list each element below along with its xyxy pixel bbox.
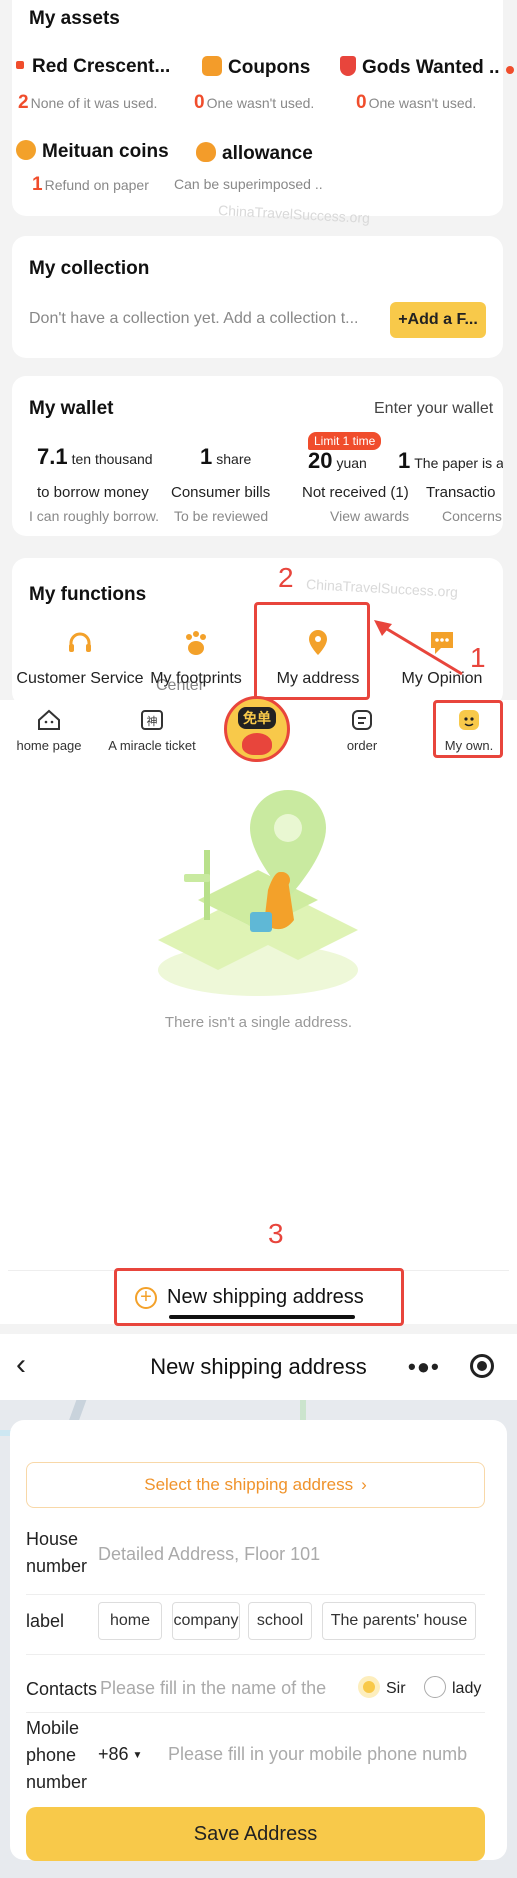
empty-address-text: There isn't a single address. [164,1014,353,1031]
coupon-icon [202,56,222,76]
collection-card: My collection Don't have a collection ye… [12,236,503,358]
assets-card: My assets Red Crescent... 2 None of it wa… [12,0,514,216]
functions-title: My functions [29,584,147,605]
radio-unchecked-icon [424,1676,446,1698]
select-address-button[interactable]: Select the shipping address › [26,1462,485,1508]
highlight-my-address [254,602,370,700]
paw-icon [186,631,206,655]
gender-lady-radio[interactable]: lady [424,1676,481,1698]
gender-sir-radio[interactable]: Sir [358,1676,406,1698]
mascot-icon [242,733,272,755]
notification-dot [506,66,514,74]
red-packet-icon [16,61,24,69]
wallet-borrow-label: to borrow money [37,484,149,501]
close-target-icon[interactable] [470,1354,494,1378]
wallet-reward-sub: View awards [330,508,410,524]
home-face-icon [38,709,60,730]
contacts-label: Contacts [26,1679,98,1699]
asset-coupons[interactable]: Coupons [202,56,310,79]
house-number-input[interactable]: Detailed Address, Floor 101 [98,1544,328,1565]
country-code-select[interactable]: +86 ▼ [98,1744,142,1765]
caret-down-icon: ▼ [132,1750,143,1761]
asset-allowance[interactable]: allowance [196,142,313,165]
highlight-my-own [433,700,503,758]
wallet-title: My wallet [29,398,114,419]
wallet-card: My wallet Enter your wallet 7.1 ten thous… [12,376,503,536]
function-overlap-label: Center [156,677,205,694]
assets-title: My assets [29,8,120,29]
collection-empty-text: Don't have a collection yet. Add a colle… [29,310,359,327]
asset-allowance-sub: Can be superimposed .. [174,176,323,192]
asset-coupons-sub: 0 One wasn't used. [194,92,315,113]
new-shipping-address-button[interactable]: + New shipping address [114,1268,404,1326]
svg-text:神: 神 [147,714,158,728]
add-circle-icon: + [135,1287,157,1309]
underline-mark [169,1315,355,1319]
asset-meituan-coins[interactable]: Meituan coins [16,140,169,163]
phone-label: Mobile phone number [26,1718,88,1792]
tag-company[interactable]: company [172,1602,240,1640]
empty-address-illustration [158,790,358,996]
money-bag-icon [196,142,216,162]
chevron-right-icon: › [361,1475,367,1494]
wallet-bills-amount[interactable]: 1 share [200,444,251,470]
wallet-bills-sub: To be reviewed [174,508,269,524]
wallet-borrow-sub: I can roughly borrow. [29,508,159,524]
annotation-step-1: 1 [470,642,486,673]
tag-label: label [26,1611,65,1631]
annotation-step-3: 3 [268,1218,284,1249]
annotation-arrow [374,620,463,676]
asset-red-crescent-sub: 2 None of it was used. [18,92,158,113]
tab-free-order[interactable]: 免单 [224,696,290,762]
tab-home-page[interactable]: home page [6,708,92,753]
annotation-step-2: 2 [278,562,294,593]
tag-school[interactable]: school [248,1602,312,1640]
ticket-icon: 神 [141,710,163,730]
contacts-input[interactable]: Please fill in the name of the [100,1678,348,1699]
wallet-transaction-amount[interactable]: 1 The paper is a [398,448,503,474]
collection-title: My collection [29,258,150,279]
tab-miracle-ticket[interactable]: 神 A miracle ticket [96,708,208,753]
form-header: ‹ New shipping address •●• [0,1334,517,1400]
order-icon [352,710,372,730]
asset-gods-wanted[interactable]: Gods Wanted .. [340,56,500,79]
save-address-button[interactable]: Save Address [26,1807,485,1861]
radio-checked-icon [358,1676,380,1698]
wallet-enter-link[interactable]: Enter your wallet [374,400,493,418]
free-order-badge: 免单 [238,707,276,729]
asset-red-crescent[interactable]: Red Crescent... [16,56,170,78]
more-options-icon[interactable]: •●• [408,1354,440,1380]
asset-meituan-coins-sub: 1 Refund on paper [32,174,149,195]
wallet-transaction-sub: Concerns [442,508,502,524]
wallet-transaction-label: Transactio [426,484,496,501]
headset-icon [69,632,91,652]
tag-home[interactable]: home [98,1602,162,1640]
house-number-label: House number [26,1529,88,1576]
shield-icon [340,56,356,76]
coin-icon [16,140,36,160]
wallet-bills-label: Consumer bills [171,484,271,501]
wallet-reward-label: Not received (1) [302,484,409,501]
asset-gods-wanted-sub: 0 One wasn't used. [356,92,477,113]
tab-order[interactable]: order [322,708,402,753]
wallet-reward-amount[interactable]: 20 yuan [308,448,367,474]
wallet-borrow-amount[interactable]: 7.1 ten thousand [37,444,153,470]
phone-input[interactable]: Please fill in your mobile phone numb [168,1744,484,1765]
add-favorite-button[interactable]: +Add a F... [390,302,486,338]
tag-parents-house[interactable]: The parents' house [322,1602,476,1640]
